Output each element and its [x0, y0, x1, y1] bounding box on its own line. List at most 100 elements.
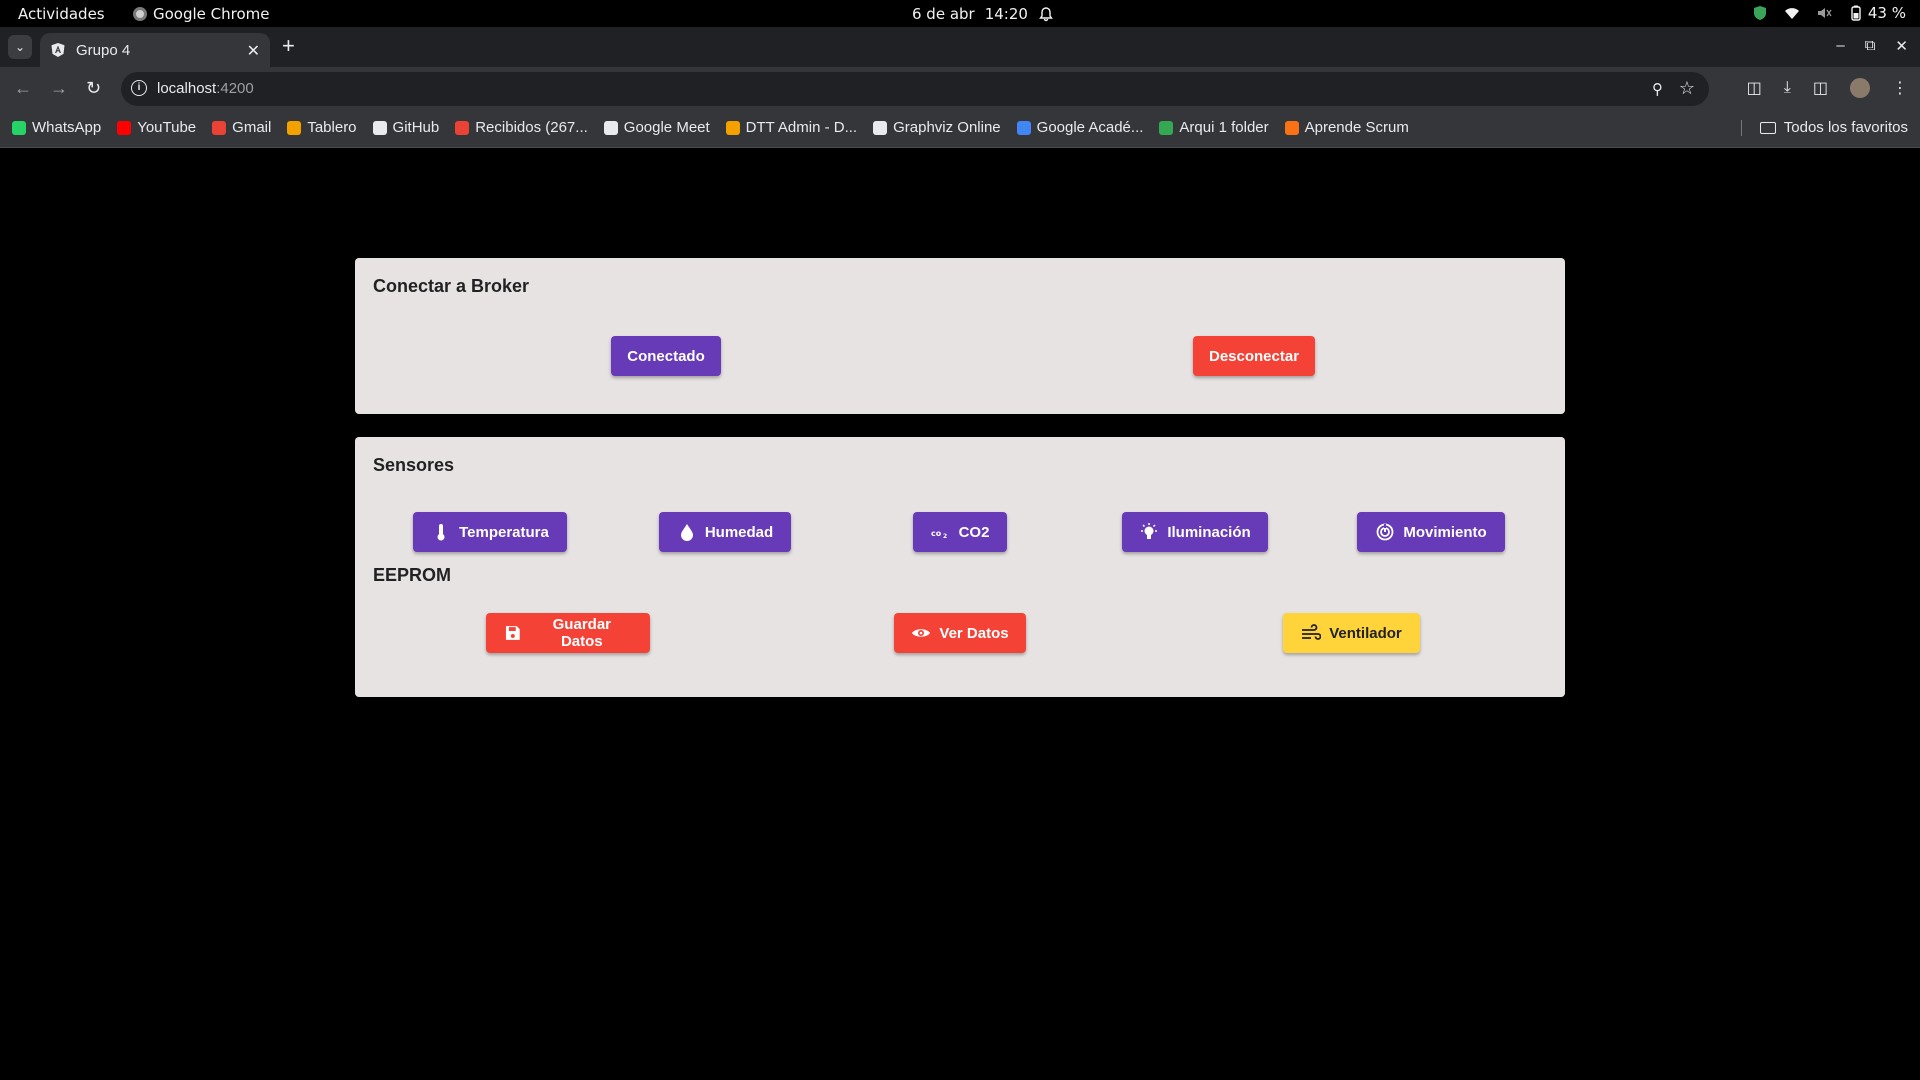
- app-name: Google Chrome: [153, 5, 270, 23]
- bookmark-label: Google Acadé...: [1036, 119, 1144, 136]
- view-data-button[interactable]: Ver Datos: [894, 613, 1026, 653]
- bookmark-label: Arqui 1 folder: [1179, 119, 1269, 136]
- save-data-button[interactable]: Guardar Datos: [486, 613, 650, 653]
- humidity-button-label: Humedad: [704, 523, 774, 541]
- bookmark-item[interactable]: Tablero: [287, 119, 357, 136]
- bookmark-label: GitHub: [392, 119, 440, 136]
- bookmark-item[interactable]: Gmail: [212, 119, 271, 136]
- bookmark-label: Graphviz Online: [893, 119, 1001, 136]
- bookmark-item[interactable]: Recibidos (267...: [455, 119, 588, 136]
- bookmark-favicon-icon: [1016, 120, 1031, 135]
- bookmark-item[interactable]: DTT Admin - D...: [725, 119, 857, 136]
- bookmark-favicon-icon: [117, 120, 132, 135]
- battery-icon: [1851, 5, 1861, 21]
- site-info-icon[interactable]: i: [131, 80, 147, 96]
- bookmark-favicon-icon: [873, 120, 888, 135]
- fan-button[interactable]: Ventilador: [1283, 613, 1420, 653]
- bookmark-favicon-icon: [725, 120, 740, 135]
- browser-toolbar: ← → ↻ i localhost:4200 ⚲ ☆ ◫ ⤓ ◫ ⋮: [0, 67, 1920, 112]
- url-host: localhost: [157, 80, 217, 97]
- side-panel-icon[interactable]: ◫: [1813, 78, 1828, 98]
- wifi-icon: [1784, 8, 1799, 19]
- co2-button[interactable]: co 2 CO2: [913, 512, 1007, 552]
- folder-icon: [1759, 121, 1776, 134]
- app-menu[interactable]: Google Chrome: [133, 5, 270, 23]
- sensors-card: Sensores Temperatura Humedad co 2 CO2 Ilu…: [355, 437, 1565, 697]
- motion-button-label: Movimiento: [1403, 523, 1487, 541]
- volume-muted-icon: [1817, 8, 1832, 18]
- disconnect-button[interactable]: Desconectar: [1193, 336, 1315, 376]
- chevron-down-icon: ⌄: [14, 40, 26, 54]
- all-bookmarks-label: Todos los favoritos: [1783, 119, 1908, 136]
- minimize-icon[interactable]: –: [1836, 37, 1844, 55]
- tab-active[interactable]: Grupo 4 ✕: [40, 33, 270, 67]
- bookmark-item[interactable]: YouTube: [117, 119, 196, 136]
- close-window-icon[interactable]: ✕: [1895, 37, 1908, 55]
- bookmark-label: Recibidos (267...: [475, 119, 588, 136]
- bookmark-label: Aprende Scrum: [1304, 119, 1409, 136]
- disconnect-button-label: Desconectar: [1208, 347, 1300, 365]
- window-controls: – ⧉ ✕: [1836, 37, 1908, 55]
- bookmark-item[interactable]: Google Acadé...: [1016, 119, 1144, 136]
- back-arrow-icon[interactable]: ←: [14, 79, 32, 97]
- url-text[interactable]: localhost:4200: [157, 80, 254, 97]
- forward-arrow-icon[interactable]: →: [50, 79, 68, 97]
- bookmark-item[interactable]: Aprende Scrum: [1284, 119, 1409, 136]
- all-bookmarks-button[interactable]: Todos los favoritos: [1740, 119, 1908, 136]
- bookmarks-separator: [1740, 119, 1742, 136]
- profile-avatar[interactable]: [1850, 78, 1870, 98]
- menu-kebab-icon[interactable]: ⋮: [1892, 78, 1908, 98]
- broker-card: Conectar a Broker Conectado Desconectar: [355, 258, 1565, 414]
- new-tab-button[interactable]: +: [282, 35, 295, 57]
- tab-strip: ⌄ Grupo 4 ✕ + – ⧉ ✕: [0, 27, 1920, 67]
- light-bulb-icon: [1141, 523, 1158, 539]
- extensions-icon[interactable]: ◫: [1747, 78, 1762, 98]
- tab-search-button[interactable]: ⌄: [8, 35, 32, 59]
- bookmark-favicon-icon: [603, 120, 618, 135]
- bookmark-star-icon[interactable]: ☆: [1679, 78, 1695, 99]
- bookmark-label: Google Meet: [623, 119, 710, 136]
- temperature-button[interactable]: Temperatura: [413, 512, 567, 552]
- eeprom-section-title: EEPROM: [373, 565, 452, 585]
- clock-date: 6 de abr: [912, 5, 975, 23]
- bookmark-item[interactable]: Google Meet: [603, 119, 710, 136]
- broker-card-title: Conectar a Broker: [373, 276, 530, 296]
- sensors-card-title: Sensores: [373, 455, 455, 475]
- bookmarks-list: WhatsApp YouTube Gmail Tablero GitHub Recibid…: [12, 119, 1409, 136]
- bookmark-item[interactable]: GitHub: [372, 119, 440, 136]
- system-tray[interactable]: 43 %: [1752, 4, 1906, 22]
- activities-button[interactable]: Actividades: [18, 5, 105, 23]
- restore-icon[interactable]: ⧉: [1865, 37, 1876, 55]
- reload-icon[interactable]: ↻: [86, 79, 101, 97]
- download-icon[interactable]: ⤓: [1784, 79, 1791, 97]
- save-data-button-label: Guardar Datos: [552, 616, 611, 650]
- bookmark-favicon-icon: [212, 120, 227, 135]
- bookmark-label: Tablero: [307, 119, 357, 136]
- tab-title: Grupo 4: [76, 41, 131, 59]
- motion-sensor-icon: [1376, 523, 1394, 541]
- humidity-button[interactable]: Humedad: [659, 512, 791, 552]
- shield-icon: [1753, 6, 1766, 20]
- bookmark-label: YouTube: [137, 119, 197, 136]
- lighting-button-label: Iluminación: [1167, 523, 1251, 541]
- battery-indicator: 43 %: [1848, 4, 1906, 22]
- address-bar[interactable]: i localhost:4200 ⚲ ☆: [121, 72, 1709, 106]
- bookmark-item[interactable]: Arqui 1 folder: [1159, 119, 1269, 136]
- eye-icon: [912, 629, 931, 637]
- bookmarks-bar: WhatsApp YouTube Gmail Tablero GitHub Recibid…: [0, 112, 1920, 148]
- bookmark-favicon-icon: [12, 120, 26, 135]
- bookmark-item[interactable]: WhatsApp: [12, 119, 101, 136]
- chrome-icon: [133, 7, 147, 21]
- bookmark-favicon-icon: [1159, 120, 1174, 135]
- thermometer-icon: [437, 524, 445, 541]
- lighting-button[interactable]: Iluminación: [1122, 512, 1268, 552]
- clock[interactable]: 6 de abr 14:20: [912, 5, 1054, 23]
- close-icon[interactable]: ✕: [247, 41, 260, 61]
- motion-button[interactable]: Movimiento: [1357, 512, 1505, 552]
- toolbar-actions: ◫ ⤓ ◫ ⋮: [1747, 78, 1908, 98]
- bell-icon: [1039, 7, 1053, 22]
- zoom-icon[interactable]: ⚲: [1652, 80, 1663, 98]
- connected-button[interactable]: Conectado: [611, 336, 721, 376]
- bookmark-item[interactable]: Graphviz Online: [873, 119, 1001, 136]
- bookmark-label: Gmail: [232, 119, 272, 136]
